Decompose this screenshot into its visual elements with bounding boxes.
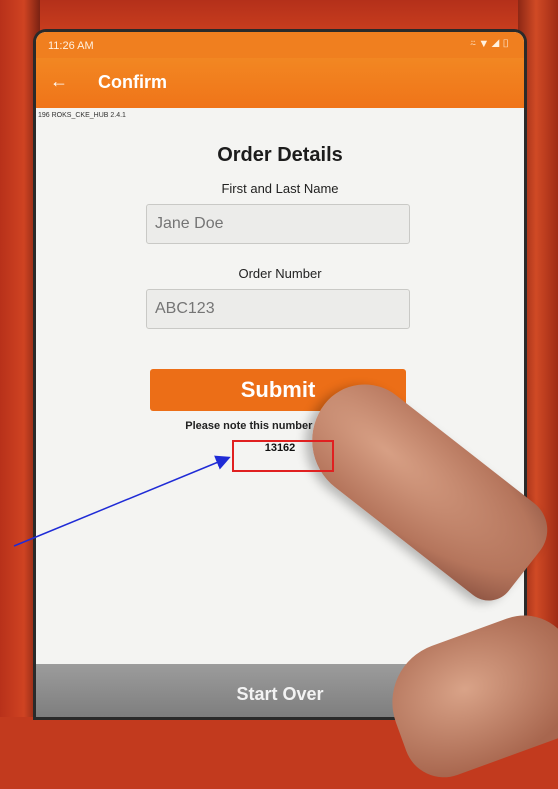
annotation-arrow <box>13 455 231 547</box>
